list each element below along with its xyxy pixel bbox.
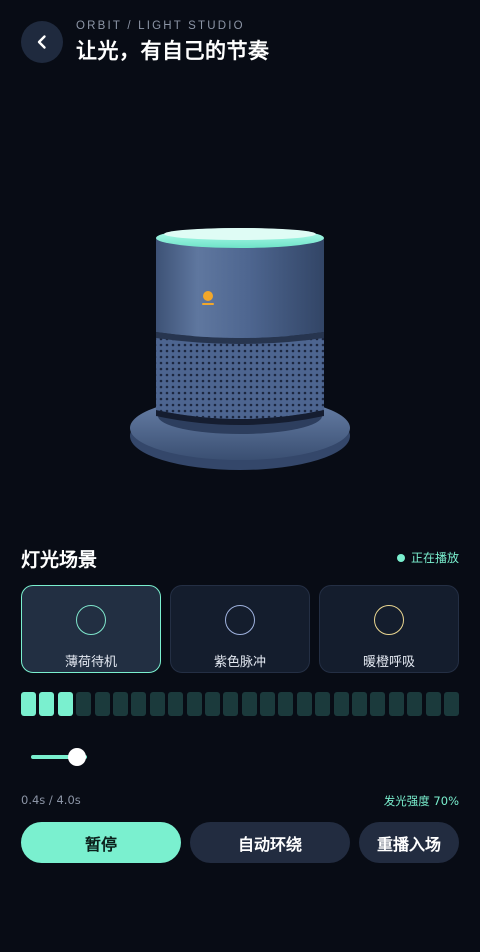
scene-list: 薄荷待机 紫色脉冲 暖橙呼吸 [21,585,459,673]
sequence-timeline[interactable] [21,692,459,716]
timeline-segment[interactable] [388,692,404,716]
timeline-segment[interactable] [39,692,55,716]
slider-thumb[interactable] [68,748,86,766]
timeline-segment[interactable] [425,692,441,716]
orange-ring-icon [374,605,404,635]
timeline-segment[interactable] [204,692,220,716]
status-dot-icon [396,553,405,562]
auto-orbit-button[interactable]: 自动环绕 [190,822,350,863]
timeline-segment[interactable] [260,692,276,716]
timeline-segment[interactable] [407,692,423,716]
timeline-segment[interactable] [315,692,331,716]
timeline-segment[interactable] [21,692,36,716]
scene-label: 紫色脉冲 [213,655,266,670]
timeline-segment[interactable] [149,692,165,716]
intensity-readout: 发光强度 70% [383,794,459,808]
purple-ring-icon [225,605,255,635]
timeline-segment[interactable] [94,692,110,716]
timeline-segment[interactable] [370,692,386,716]
timeline-segment[interactable] [168,692,184,716]
timeline-segment[interactable] [57,692,73,716]
scenes-title: 灯光场景 [21,549,98,571]
action-bar: 暂停 自动环绕 重播入场 [21,822,459,863]
replay-intro-button[interactable]: 重播入场 [359,822,459,863]
timeline-segment[interactable] [186,692,202,716]
timeline-segment[interactable] [223,692,239,716]
timeline-segment[interactable] [296,692,312,716]
scene-label: 暖橙呼吸 [362,655,415,670]
timeline-segment[interactable] [131,692,147,716]
scene-card-warm-orange-breath[interactable]: 暖橙呼吸 [319,585,459,673]
playing-status: 正在播放 [396,549,459,566]
timeline-segment[interactable] [278,692,294,716]
timeline-segment[interactable] [241,692,257,716]
scene-card-mint-standby[interactable]: 薄荷待机 [21,585,161,673]
timeline-segment[interactable] [443,692,459,716]
timeline-segment[interactable] [333,692,349,716]
chevron-left-icon [37,35,46,49]
time-readout: 0.4s / 4.0s [21,793,81,807]
breadcrumb: ORBIT / LIGHT STUDIO [76,20,245,32]
scene-card-purple-pulse[interactable]: 紫色脉冲 [170,585,310,673]
scene-label: 薄荷待机 [64,655,117,670]
mint-ring-icon [76,605,106,635]
timeline-segment[interactable] [112,692,128,716]
status-label: 正在播放 [410,551,459,565]
timeline-segment[interactable] [76,692,92,716]
page-title: 让光，有自己的节奏 [76,39,270,63]
back-button[interactable] [21,21,63,63]
timeline-segment[interactable] [352,692,368,716]
device-3d-preview[interactable] [128,222,352,478]
progress-slider[interactable] [21,747,141,767]
pause-button[interactable]: 暂停 [21,822,181,863]
